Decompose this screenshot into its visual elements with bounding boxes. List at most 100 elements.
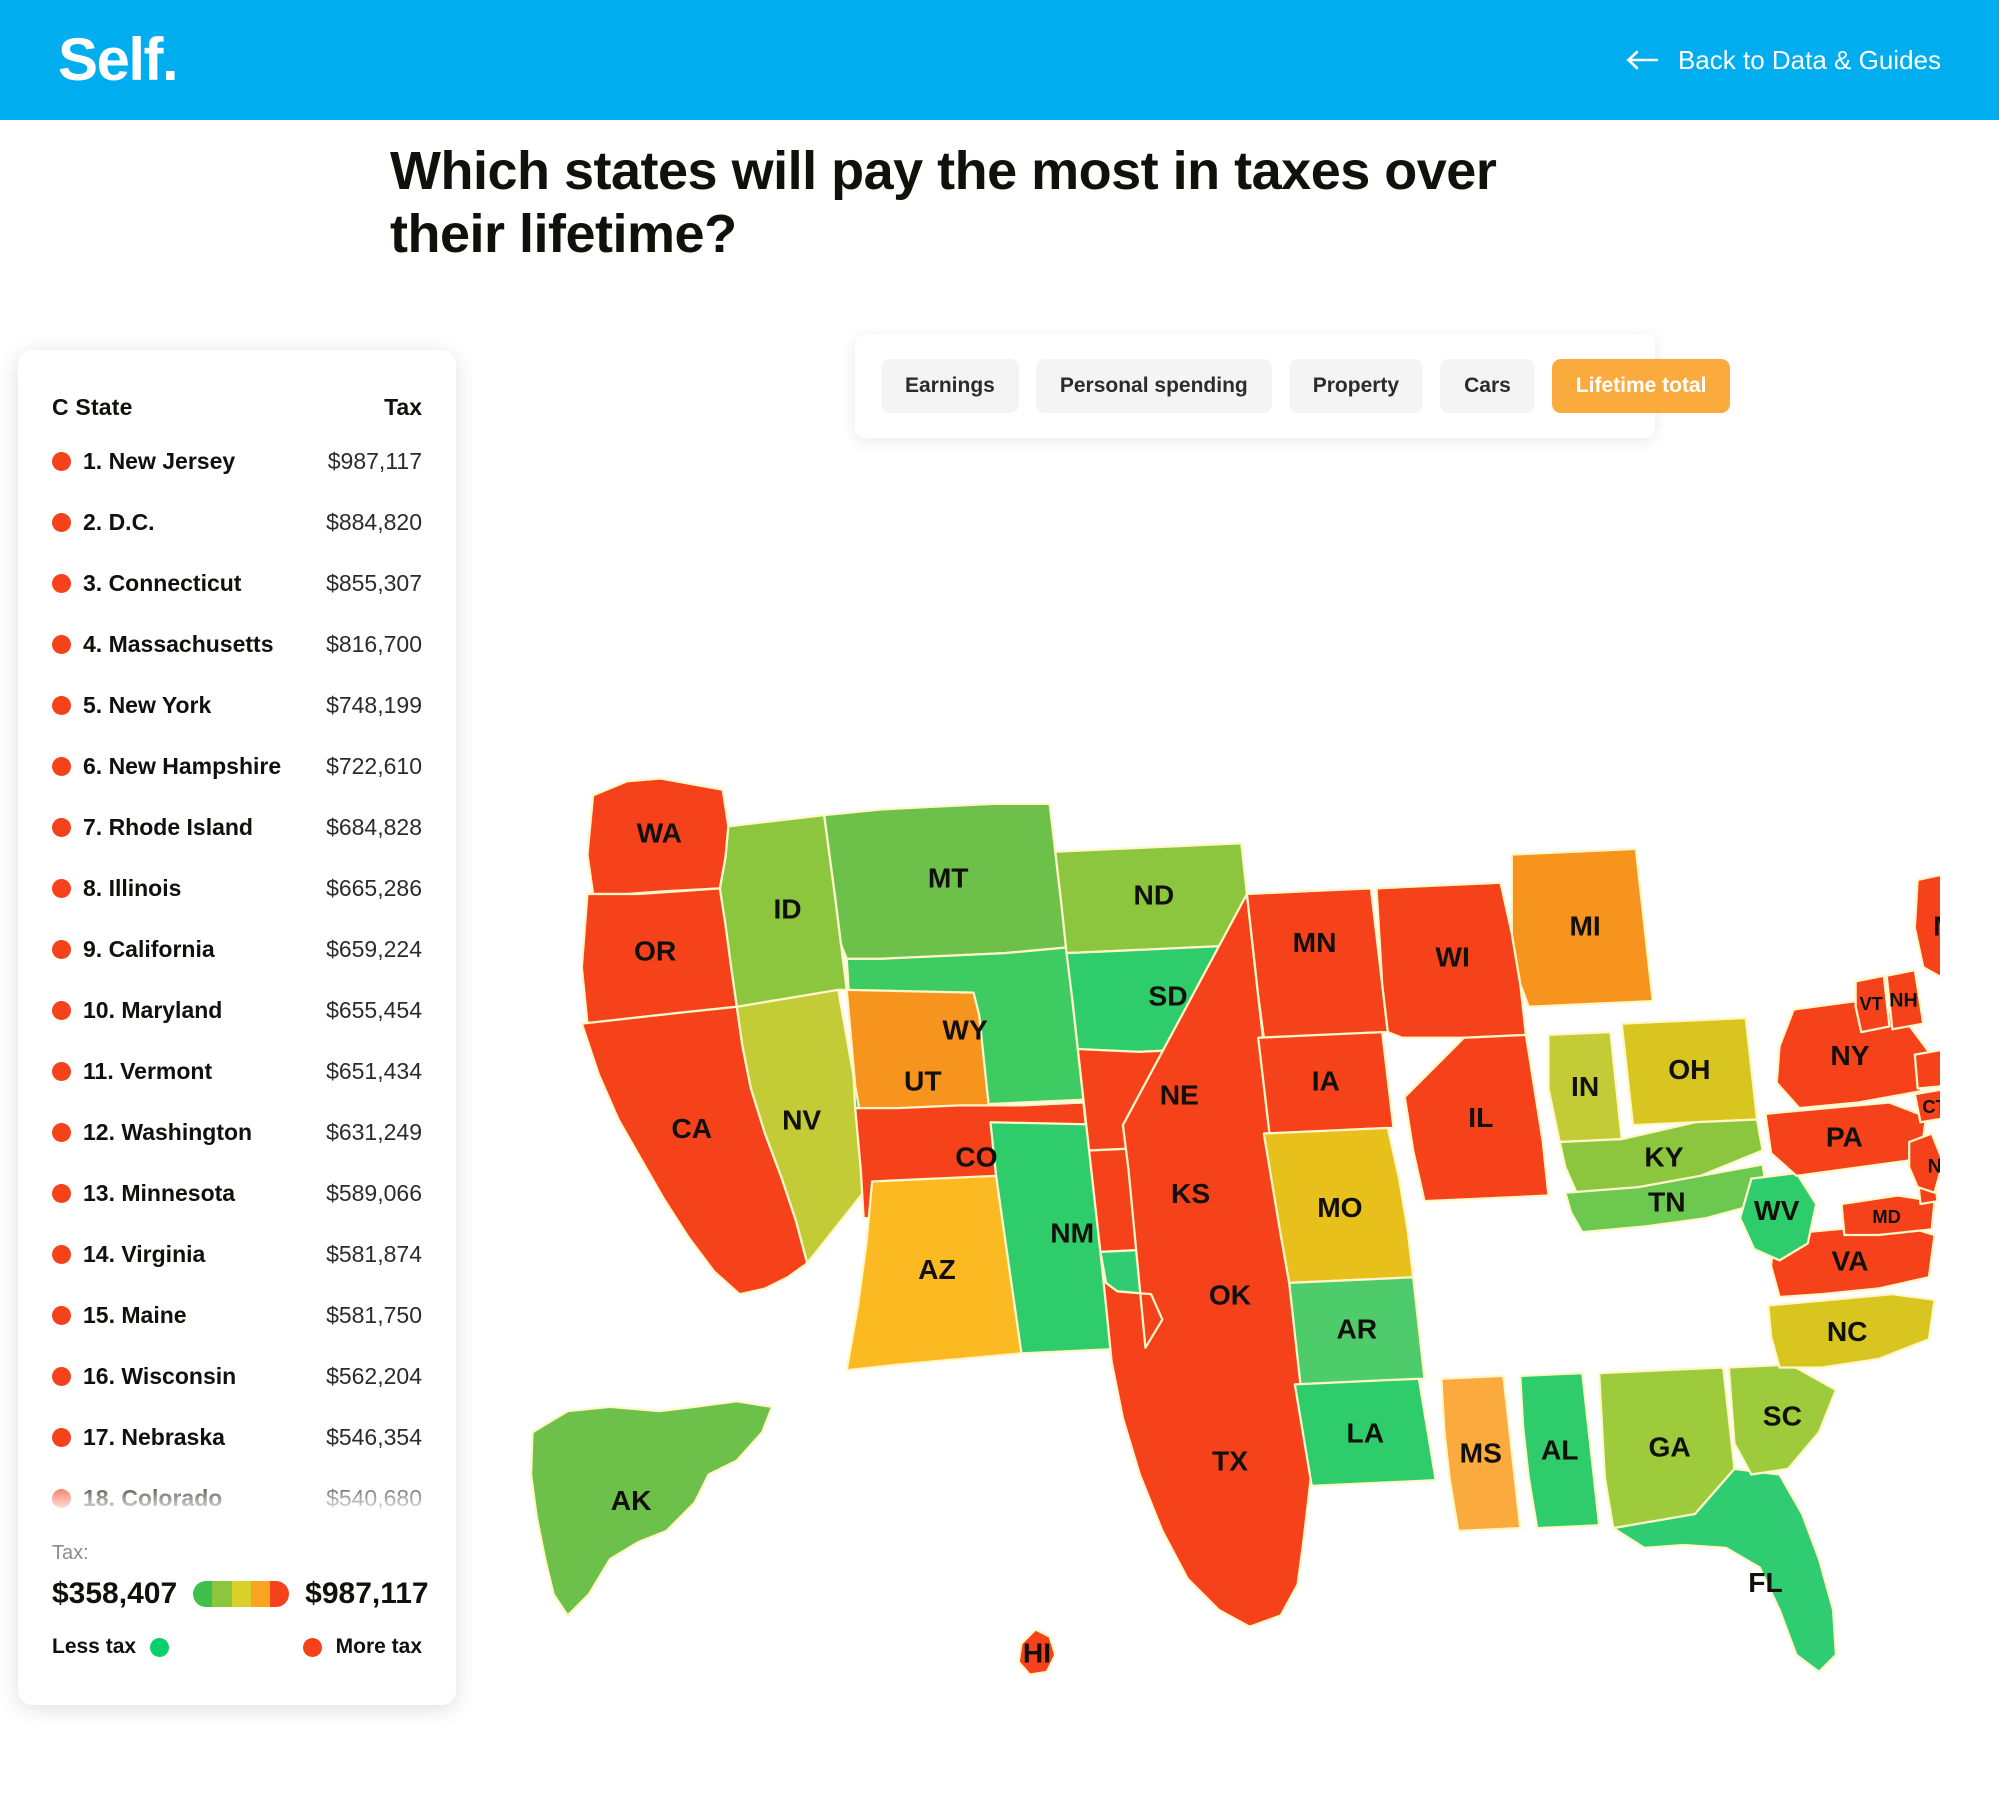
map-state-ME[interactable] (1913, 871, 1940, 981)
ranking-row[interactable]: 12. Washington $631,249 (52, 1102, 422, 1163)
rank-color-dot-icon (52, 1306, 71, 1325)
ranking-row[interactable]: 3. Connecticut $855,307 (52, 553, 422, 614)
legend-more-tax: More tax (302, 1635, 422, 1659)
map-state-LA[interactable] (1293, 1377, 1437, 1487)
map-state-MS[interactable] (1440, 1374, 1522, 1533)
ranking-tax-value: $546,354 (326, 1424, 422, 1450)
ranking-row[interactable]: 6. New Hampshire $722,610 (52, 736, 422, 797)
map-state-MO[interactable] (1262, 1126, 1415, 1285)
legend-more-swatch-icon (302, 1637, 322, 1657)
map-state-MN[interactable] (1245, 887, 1389, 1039)
self-logo[interactable]: Self. (58, 30, 179, 90)
ranking-state-label: 16. Wisconsin (83, 1363, 237, 1389)
ranking-row[interactable]: 15. Maine $581,750 (52, 1285, 422, 1346)
ranking-tax-value: $855,307 (326, 570, 422, 596)
map-state-OR[interactable] (580, 887, 738, 1025)
ranking-row[interactable]: 17. Nebraska $546,354 (52, 1407, 422, 1468)
map-state-SC[interactable] (1727, 1363, 1838, 1476)
rank-color-dot-icon (52, 1001, 71, 1020)
ranking-row[interactable]: 8. Illinois $665,286 (52, 858, 422, 919)
ranking-row[interactable]: 11. Vermont $651,434 (52, 1041, 422, 1102)
ranking-row[interactable]: 16. Wisconsin $562,204 (52, 1346, 422, 1407)
map-state-NJ[interactable] (1908, 1132, 1940, 1194)
gradient-stop (193, 1581, 213, 1607)
map-state-HI[interactable] (1017, 1628, 1057, 1676)
site-header: Self. Back to Data & Guides (0, 0, 1999, 120)
tab-earnings[interactable]: Earnings (881, 359, 1019, 413)
column-header-state: C State (52, 394, 133, 420)
map-state-NH[interactable] (1885, 968, 1925, 1031)
tab-personal-spending[interactable]: Personal spending (1035, 359, 1272, 413)
ranking-list[interactable]: 1. New Jersey $987,117 2. D.C. $884,820 3. C… (18, 431, 456, 1536)
ranking-tax-value: $562,204 (326, 1363, 422, 1389)
metric-tab-bar: Earnings Personal spending Property Cars Lif… (855, 334, 1731, 438)
ranking-state-label: 17. Nebraska (83, 1424, 225, 1450)
ranking-state-label: 2. D.C. (83, 509, 155, 535)
rank-color-dot-icon (52, 1367, 71, 1386)
us-choropleth-map[interactable]: WA OR CA NV ID MT WY UT CO AZ NM ND SD NE KS OK TX MN IA MO… (520, 770, 1940, 1700)
ranking-state-label: 7. Rhode Island (83, 814, 253, 840)
rank-color-dot-icon (52, 757, 71, 776)
map-state-IL[interactable] (1403, 1033, 1550, 1203)
ranking-row[interactable]: 2. D.C. $884,820 (52, 492, 422, 553)
map-state-WA[interactable] (586, 777, 730, 896)
ranking-row[interactable]: 5. New York $748,199 (52, 675, 422, 736)
map-state-AL[interactable] (1519, 1371, 1601, 1530)
ranking-tax-value: $589,066 (326, 1180, 422, 1206)
ranking-tax-value: $631,249 (326, 1119, 422, 1145)
ranking-panel: C State Tax 1. New Jersey $987,117 2. D.C.… (18, 350, 456, 1705)
ranking-row[interactable]: 9. California $659,224 (52, 919, 422, 980)
ranking-tax-value: $722,610 (326, 753, 422, 779)
map-state-IA[interactable] (1257, 1030, 1395, 1135)
ranking-state-label: 12. Washington (83, 1119, 253, 1145)
ranking-tax-value: $540,680 (326, 1485, 422, 1511)
ranking-row[interactable]: 4. Massachusetts $816,700 (52, 614, 422, 675)
rank-color-dot-icon (52, 1184, 71, 1203)
legend-less-tax: Less tax (52, 1635, 170, 1659)
rank-color-dot-icon (52, 635, 71, 654)
map-state-OH[interactable] (1620, 1016, 1759, 1127)
ranking-tax-value: $987,117 (327, 448, 422, 474)
ranking-tax-value: $665,286 (326, 875, 422, 901)
ranking-row[interactable]: 7. Rhode Island $684,828 (52, 797, 422, 858)
map-state-AK[interactable] (529, 1400, 774, 1617)
map-state-IN[interactable] (1547, 1030, 1623, 1144)
ranking-state-label: 14. Virginia (83, 1241, 206, 1267)
map-state-AZ[interactable] (845, 1174, 1023, 1372)
ranking-row[interactable]: 18. Colorado $540,680 (52, 1468, 422, 1529)
ranking-row[interactable]: 14. Virginia $581,874 (52, 1224, 422, 1285)
map-state-MI[interactable] (1510, 847, 1654, 1008)
ranking-row[interactable]: 13. Minnesota $589,066 (52, 1163, 422, 1224)
ranking-header-row: C State Tax (18, 350, 456, 431)
ranking-tax-value: $581,750 (326, 1302, 422, 1328)
ranking-state-label: 5. New York (83, 692, 212, 718)
map-state-VT[interactable] (1854, 974, 1891, 1034)
rank-color-dot-icon (52, 1245, 71, 1264)
map-state-MT[interactable] (823, 802, 1068, 960)
logo-text: Self (58, 26, 164, 93)
legend-less-swatch-icon (150, 1637, 170, 1657)
map-legend: Tax: $358,407 $987,117 Less tax More tax (18, 1542, 456, 1705)
map-state-PA[interactable] (1764, 1101, 1928, 1177)
ranking-state-label: 4. Massachusetts (83, 631, 274, 657)
ranking-state-label: 10. Maryland (83, 997, 223, 1023)
ranking-state-label: 11. Vermont (83, 1058, 213, 1084)
back-to-data-guides-link[interactable]: Back to Data & Guides (1626, 45, 1941, 76)
us-map-svg: WAORCA NVIDMTWYUTCOAZNMNDSDNEKSOKTXMNIAMO… (529, 777, 1940, 1676)
ranking-row[interactable]: 1. New Jersey $987,117 (52, 431, 422, 492)
gradient-stop (269, 1581, 290, 1607)
rank-color-dot-icon (52, 574, 71, 593)
arrow-left-icon (1626, 50, 1659, 70)
map-state-NC[interactable] (1767, 1293, 1936, 1369)
map-state-CT[interactable] (1913, 1088, 1940, 1124)
map-state-WI[interactable] (1375, 881, 1528, 1039)
tab-lifetime-total[interactable]: Lifetime total (1551, 359, 1731, 413)
ranking-state-label: 18. Colorado (83, 1485, 223, 1511)
tab-property[interactable]: Property (1288, 359, 1424, 413)
rank-color-dot-icon (52, 818, 71, 837)
ranking-row[interactable]: 10. Maryland $655,454 (52, 980, 422, 1041)
legend-endpoints: Less tax More tax (52, 1635, 422, 1659)
legend-scale: $358,407 $987,117 (52, 1577, 429, 1611)
tab-cars[interactable]: Cars (1440, 359, 1535, 413)
map-state-AR[interactable] (1288, 1276, 1426, 1386)
